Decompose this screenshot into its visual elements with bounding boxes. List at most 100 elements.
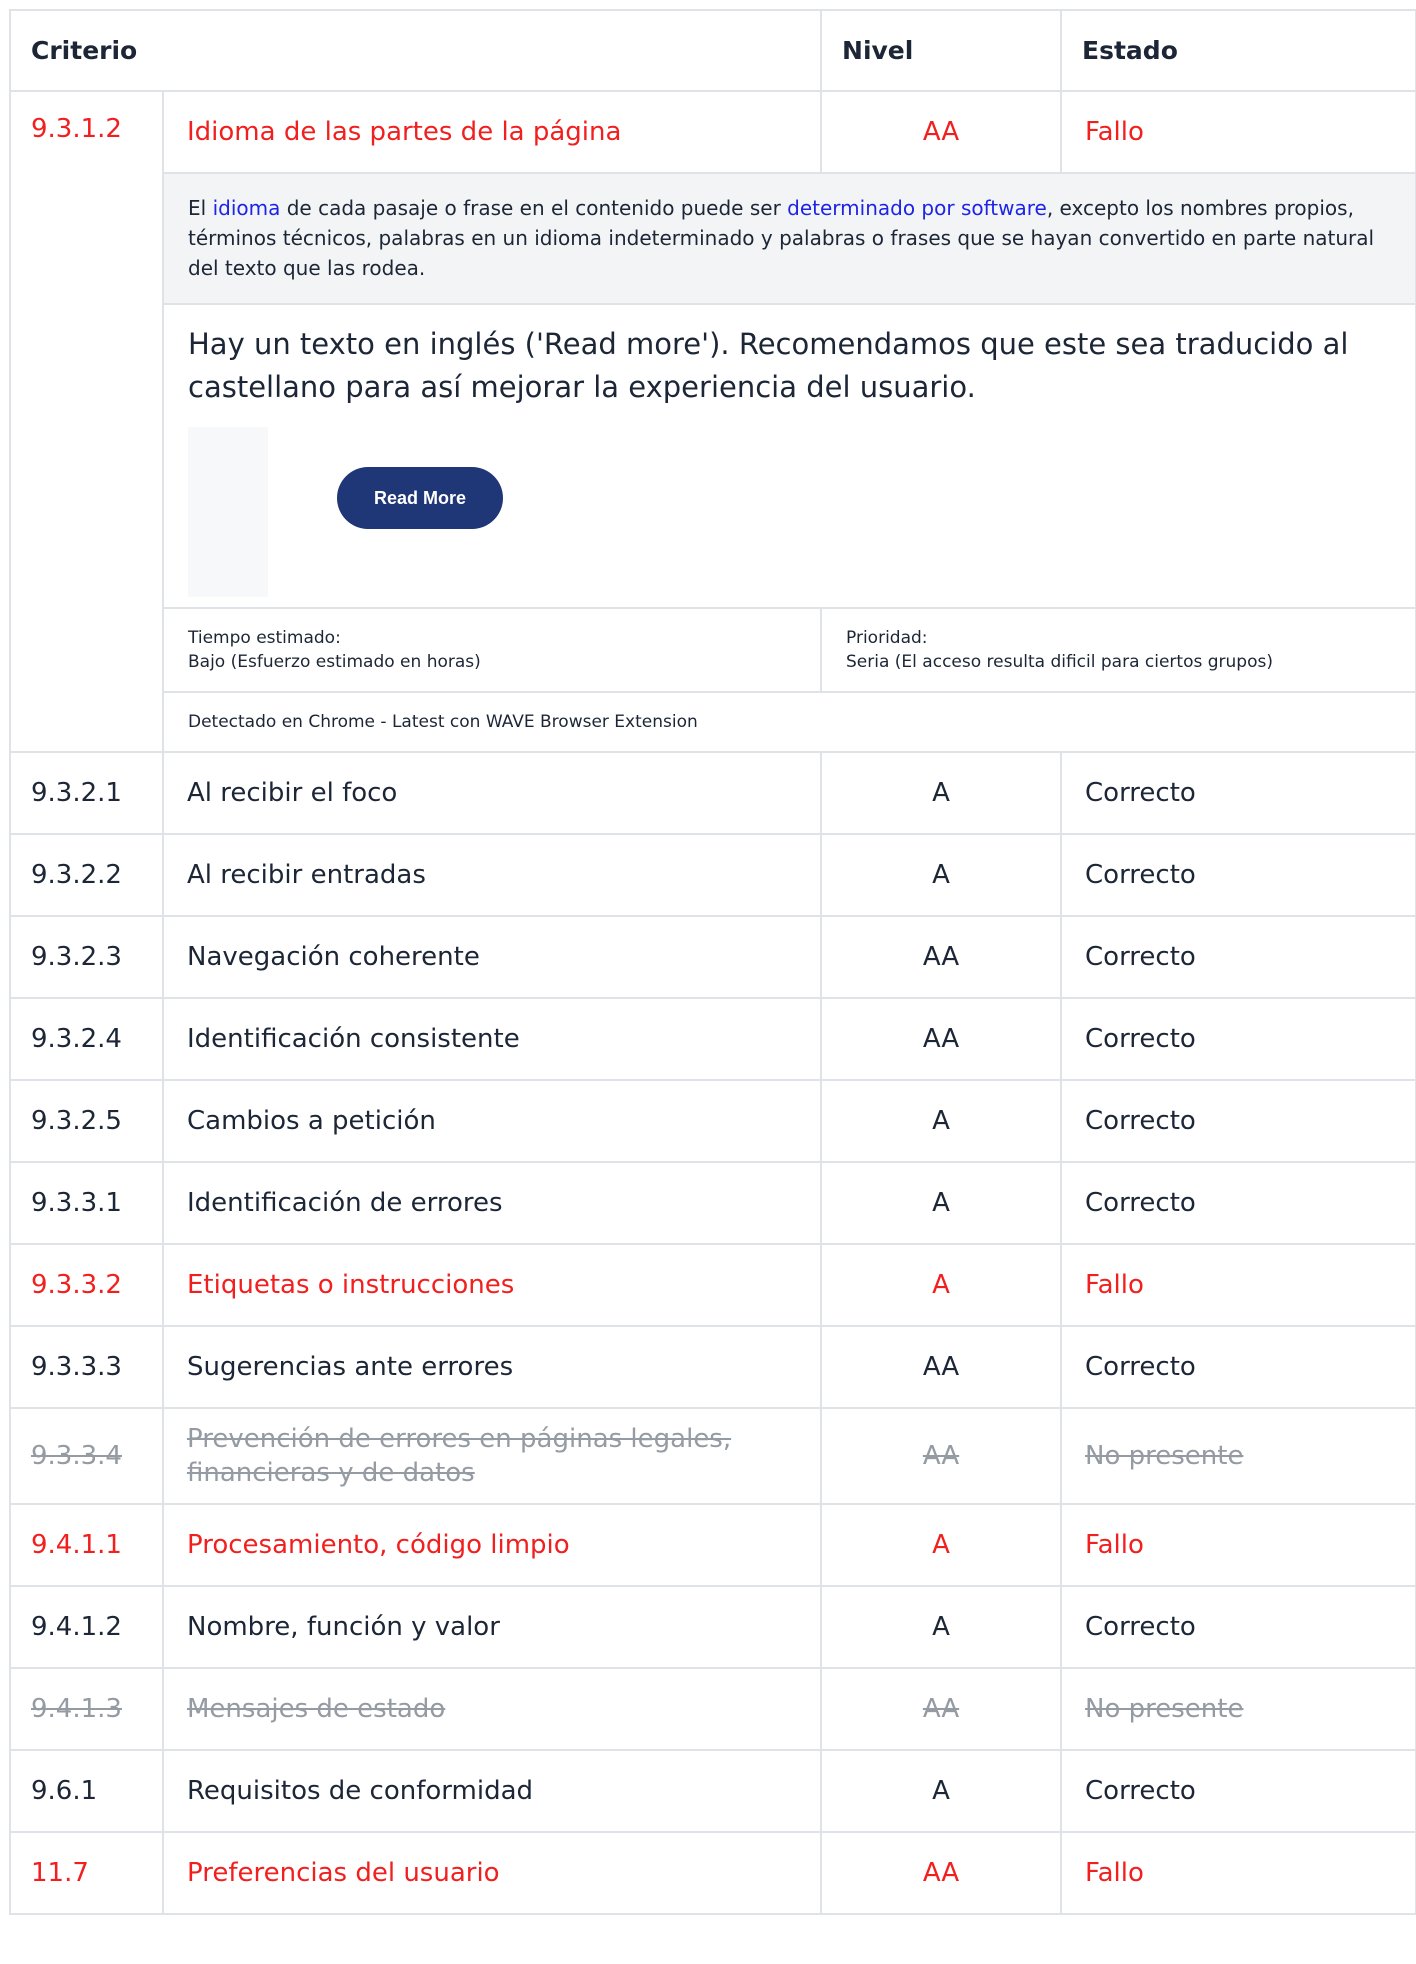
criterion-status: Correcto (1060, 997, 1416, 1081)
criterion-name: Nombre, función y valor (161, 1585, 823, 1669)
criterion-name: Requisitos de conformidad (161, 1749, 823, 1833)
criterion-name: Navegación coherente (161, 915, 823, 999)
criterion-level: A (820, 1503, 1063, 1587)
criterion-id: 9.3.3.2 (9, 1243, 164, 1327)
criterion-status: Correcto (1060, 1585, 1416, 1669)
criterion-level: AA (820, 1831, 1063, 1915)
criterion-name: Identificación de errores (161, 1161, 823, 1245)
criterion-name: Al recibir el foco (161, 751, 823, 835)
priority-label: Prioridad: (846, 628, 928, 648)
issue-note-row: Hay un texto en inglés ('Read more'). Re… (10, 303, 1416, 609)
criterion-id: 9.4.1.1 (9, 1503, 164, 1587)
criterion-status: Correcto (1060, 915, 1416, 999)
link-determinado-por-software[interactable]: determinado por software (787, 196, 1047, 220)
table-row[interactable]: 9.3.2.1 Al recibir el foco A Correcto (9, 751, 1416, 835)
criterion-status: Fallo (1060, 1243, 1416, 1327)
table-row[interactable]: 9.4.1.2 Nombre, función y valor A Correcto (9, 1585, 1416, 1669)
criterion-level: A (820, 751, 1063, 835)
description-text: de cada pasaje o frase en el contenido p… (280, 196, 788, 220)
criterion-id: 11.7 (9, 1831, 164, 1915)
criterion-id: 9.3.3.1 (9, 1161, 164, 1245)
criterion-status: Correcto (1060, 751, 1416, 835)
criterion-id: 9.3.3.4 (9, 1407, 164, 1505)
criteria-table: Criterio Nivel Estado 9.3.1.2 Idioma de … (8, 9, 1416, 1915)
issue-meta-row: Tiempo estimado: Bajo (Esfuerzo estimado… (10, 607, 1416, 693)
criterion-name: Mensajes de estado (161, 1667, 823, 1751)
criterion-level: A (820, 1243, 1063, 1327)
criterion-level: AA (820, 1667, 1063, 1751)
priority: Prioridad: Seria (El acceso resulta difi… (820, 607, 1416, 693)
criterion-level: A (820, 1749, 1063, 1833)
header-estado: Estado (1060, 9, 1416, 92)
table-row[interactable]: 9.3.2.4 Identificación consistente AA Corre… (9, 997, 1416, 1081)
criterion-id: 9.3.2.2 (9, 833, 164, 917)
criterion-description: El idioma de cada pasaje o frase en el c… (161, 172, 1416, 305)
issue-screenshot: Read More (188, 427, 508, 597)
criterion-id: 9.4.1.2 (9, 1585, 164, 1669)
criterion-level: A (820, 1079, 1063, 1163)
criterion-id: 9.3.3.3 (9, 1325, 164, 1409)
criterion-name: Procesamiento, código limpio (161, 1503, 823, 1587)
criterion-status: Correcto (1060, 1079, 1416, 1163)
criterion-status: Fallo (1060, 90, 1416, 174)
criterion-id: 9.4.1.3 (9, 1667, 164, 1751)
table-row[interactable]: 9.4.1.1 Procesamiento, código limpio A Fall… (9, 1503, 1416, 1587)
criterion-id: 9.3.2.4 (9, 997, 164, 1081)
table-row[interactable]: 9.3.3.2 Etiquetas o instrucciones A Fallo (9, 1243, 1416, 1327)
detected-in: Detectado en Chrome - Latest con WAVE Br… (161, 691, 1416, 753)
table-row[interactable]: 9.3.2.2 Al recibir entradas A Correcto (9, 833, 1416, 917)
table-header: Criterio Nivel Estado (8, 9, 1416, 92)
criterion-status: Correcto (1060, 1325, 1416, 1409)
estimated-time: Tiempo estimado: Bajo (Esfuerzo estimado… (161, 607, 823, 693)
criterion-id: 9.3.1.2 (9, 90, 164, 753)
criterion-name: Al recibir entradas (161, 833, 823, 917)
criterion-name: Prevención de errores en páginas legales… (161, 1407, 823, 1505)
criterion-level: AA (820, 1407, 1063, 1505)
issue-note: Hay un texto en inglés ('Read more'). Re… (161, 303, 1416, 609)
header-criterio: Criterio (8, 9, 823, 92)
criterion-name: Preferencias del usuario (161, 1831, 823, 1915)
estimated-time-value: Bajo (Esfuerzo estimado en horas) (188, 652, 481, 672)
criterion-name: Idioma de las partes de la página (161, 90, 823, 174)
header-nivel: Nivel (820, 9, 1063, 92)
criterion-level: AA (820, 997, 1063, 1081)
criterion-name: Cambios a petición (161, 1079, 823, 1163)
criterion-status: No presente (1060, 1667, 1416, 1751)
criterion-status: Correcto (1060, 1749, 1416, 1833)
criterion-level: A (820, 833, 1063, 917)
criterion-status: Correcto (1060, 833, 1416, 917)
criterion-id: 9.3.2.3 (9, 915, 164, 999)
link-idioma[interactable]: idioma (213, 196, 281, 220)
table-row-expanded[interactable]: 9.3.1.2 Idioma de las partes de la págin… (9, 90, 1416, 753)
criterion-status: No presente (1060, 1407, 1416, 1505)
criterion-status: Fallo (1060, 1503, 1416, 1587)
criterion-description-row: El idioma de cada pasaje o frase en el c… (10, 172, 1416, 305)
table-row[interactable]: 9.3.3.1 Identificación de errores A Correct… (9, 1161, 1416, 1245)
criterion-level: AA (820, 915, 1063, 999)
table-row[interactable]: 9.3.2.3 Navegación coherente AA Correcto (9, 915, 1416, 999)
table-row[interactable]: 9.3.3.3 Sugerencias ante errores AA Correct… (9, 1325, 1416, 1409)
detected-row: Detectado en Chrome - Latest con WAVE Br… (10, 691, 1416, 753)
criterion-level: A (820, 1161, 1063, 1245)
criterion-level: AA (820, 1325, 1063, 1409)
criterion-status: Fallo (1060, 1831, 1416, 1915)
criterion-level: AA (820, 90, 1063, 174)
criterion-level: A (820, 1585, 1063, 1669)
priority-value: Seria (El acceso resulta dificil para ci… (846, 652, 1273, 672)
criterion-name: Identificación consistente (161, 997, 823, 1081)
table-row[interactable]: 11.7 Preferencias del usuario AA Fallo (9, 1831, 1416, 1915)
criterion-id: 9.3.2.1 (9, 751, 164, 835)
estimated-time-label: Tiempo estimado: (188, 628, 341, 648)
screenshot-background (188, 427, 268, 597)
criterion-status: Correcto (1060, 1161, 1416, 1245)
table-row[interactable]: 9.3.3.4 Prevención de errores en páginas … (9, 1407, 1416, 1505)
table-row[interactable]: 9.6.1 Requisitos de conformidad A Correcto (9, 1749, 1416, 1833)
read-more-button: Read More (337, 467, 503, 529)
criterion-name: Etiquetas o instrucciones (161, 1243, 823, 1327)
table-row[interactable]: 9.3.2.5 Cambios a petición A Correcto (9, 1079, 1416, 1163)
table-row[interactable]: 9.4.1.3 Mensajes de estado AA No presente (9, 1667, 1416, 1751)
criterion-id: 9.3.2.5 (9, 1079, 164, 1163)
issue-note-text: Hay un texto en inglés ('Read more'). Re… (188, 327, 1349, 404)
criterion-id: 9.6.1 (9, 1749, 164, 1833)
criterion-name: Sugerencias ante errores (161, 1325, 823, 1409)
